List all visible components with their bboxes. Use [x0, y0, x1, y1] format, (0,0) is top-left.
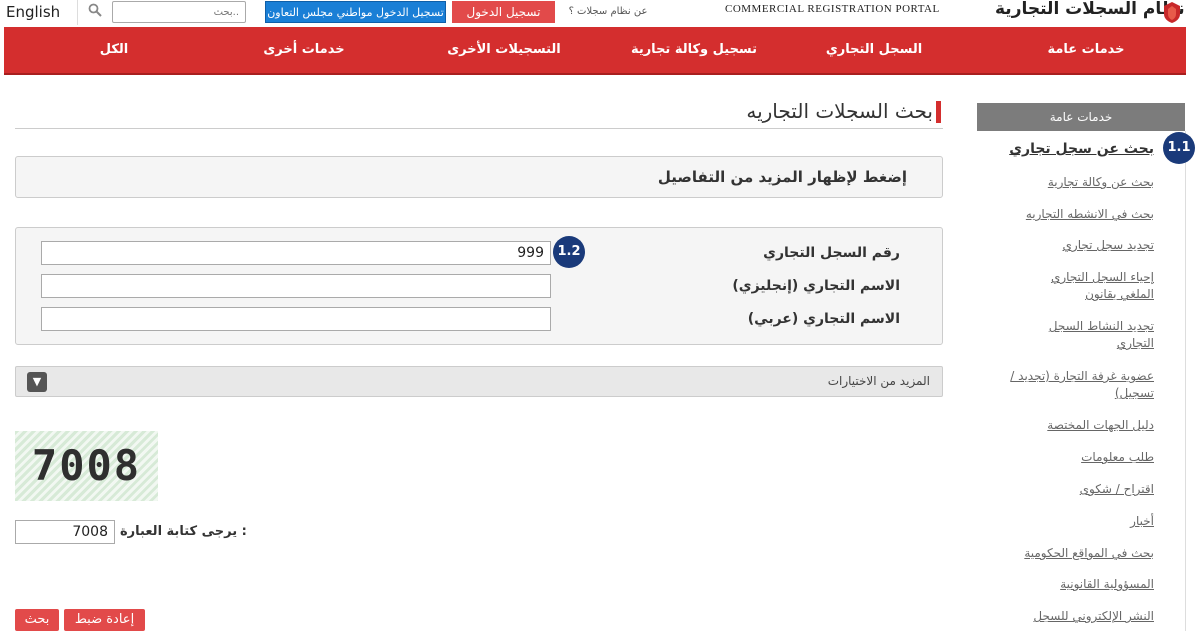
- title-divider: [15, 128, 943, 129]
- sidebar-item-search-cr[interactable]: بحث عن سجل تجاري: [974, 141, 1154, 158]
- sidebar-divider: [1185, 131, 1186, 631]
- login-button[interactable]: تسجيل الدخول: [452, 1, 555, 23]
- sidebar-item-renew-activity[interactable]: تجديد النشاط السجل التجاري: [1014, 318, 1154, 352]
- sidebar-item-legal[interactable]: المسؤولية القانونية: [974, 576, 1154, 593]
- sidebar-header: خدمات عامة: [977, 103, 1185, 131]
- name-en-input[interactable]: [41, 274, 551, 298]
- nav-agency-registration[interactable]: تسجيل وكالة تجارية: [614, 27, 774, 73]
- expand-details-text: إضغط لإظهار المزيد من التفاصيل: [657, 168, 907, 186]
- chevron-down-icon[interactable]: ▼: [27, 372, 47, 392]
- title-accent: [936, 101, 941, 123]
- search-icon[interactable]: [82, 3, 108, 23]
- sidebar-item-gov-sites[interactable]: بحث في المواقع الحكومية: [974, 545, 1154, 562]
- more-options-label: المزيد من الاختيارات: [827, 374, 930, 388]
- name-en-label: الاسم التجاري (إنجليزي): [732, 278, 900, 294]
- step-badge: 1.1: [1163, 132, 1195, 164]
- sidebar-item-news[interactable]: أخبار: [974, 513, 1154, 530]
- page-title: بحث السجلات التجاريه: [746, 99, 933, 123]
- nav-general-services[interactable]: خدمات عامة: [1004, 27, 1168, 73]
- portal-title-ar: نظام السجلات التجارية: [995, 0, 1185, 19]
- sidebar-item-authorities-guide[interactable]: دليل الجهات المختصة: [974, 417, 1154, 434]
- sidebar-item-complaint[interactable]: اقتراح / شكوى: [974, 481, 1154, 498]
- sidebar-item-search-agency[interactable]: بحث عن وكالة تجارية: [974, 174, 1154, 191]
- about-link[interactable]: عن نظام سجلات ؟: [560, 2, 656, 22]
- top-bar: English تسجيل الدخول مواطني مجلس التعاون…: [0, 0, 1200, 27]
- name-ar-label: الاسم التجاري (عربي): [747, 311, 900, 327]
- portal-title-en: COMMERCIAL REGISTRATION PORTAL: [725, 3, 940, 15]
- name-ar-input[interactable]: [41, 307, 551, 331]
- step-badge: 1.2: [553, 236, 585, 268]
- captcha-label: يرجى كتابة العبارة :: [120, 524, 247, 539]
- nav-all[interactable]: الكل: [64, 27, 164, 73]
- sidebar-item-search-activities[interactable]: بحث في الانشطه التجاريه: [974, 206, 1154, 223]
- nav-other-services[interactable]: خدمات أخرى: [244, 27, 364, 73]
- expand-details-panel[interactable]: إضغط لإظهار المزيد من التفاصيل: [15, 156, 943, 198]
- reset-button[interactable]: إعادة ضبط: [64, 609, 145, 631]
- nav-other-registrations[interactable]: التسجيلات الأخرى: [424, 27, 584, 73]
- captcha-image-text: 7008: [31, 441, 142, 490]
- cr-number-input[interactable]: 999: [41, 241, 551, 265]
- sidebar-item-e-publishing[interactable]: النشر الإلكتروني للسجل: [994, 608, 1154, 625]
- search-form-panel: رقم السجل التجاري 999 الاسم التجاري (إنج…: [15, 227, 943, 345]
- cr-number-label: رقم السجل التجاري: [763, 245, 900, 261]
- gcc-login-button[interactable]: تسجيل الدخول مواطني مجلس التعاون: [265, 1, 446, 23]
- main-nav: خدمات عامة السجل التجاري تسجيل وكالة تجا…: [4, 27, 1186, 75]
- sidebar-item-chamber-membership[interactable]: عضوية غرفة التجارة (تجديد / تسجيل): [984, 368, 1154, 402]
- captcha-input[interactable]: 7008: [15, 520, 115, 544]
- nav-commercial-registry[interactable]: السجل التجاري: [804, 27, 944, 73]
- search-input[interactable]: [112, 1, 246, 23]
- emblem-logo[interactable]: [1160, 0, 1184, 24]
- sidebar-item-renew-cr[interactable]: تجديد سجل تجاري: [974, 237, 1154, 254]
- more-options-bar[interactable]: المزيد من الاختيارات ▼: [15, 366, 943, 397]
- search-button[interactable]: بحث: [15, 609, 59, 631]
- language-switch-link[interactable]: English: [0, 0, 78, 25]
- sidebar-item-revive-cr[interactable]: إحياء السجل التجاري الملغي بقانون: [1014, 269, 1154, 303]
- sidebar-item-request-info[interactable]: طلب معلومات: [974, 449, 1154, 466]
- captcha-image: 7008: [15, 431, 158, 501]
